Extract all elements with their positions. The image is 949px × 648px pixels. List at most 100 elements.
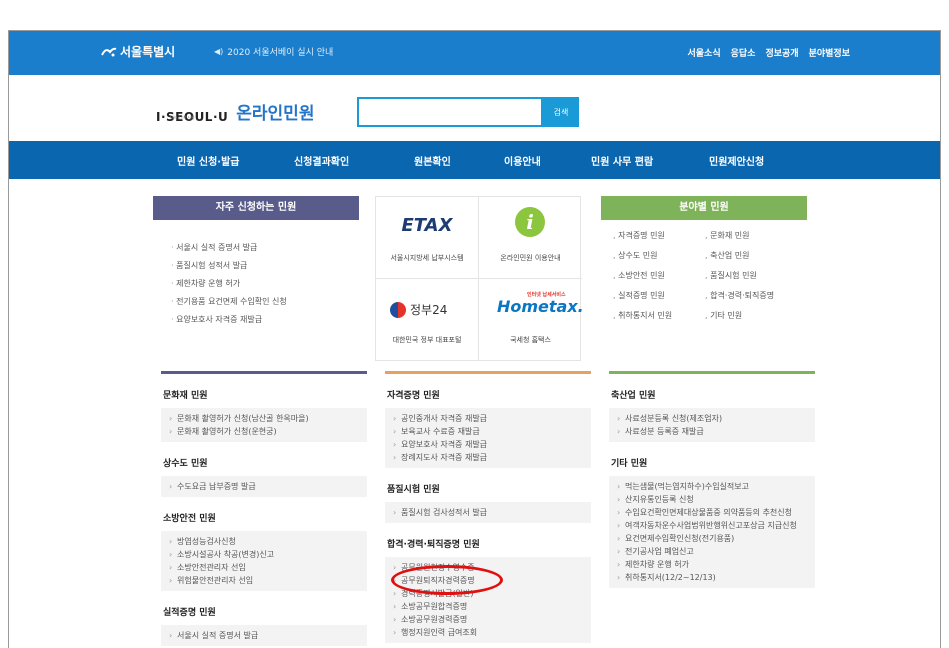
section-link[interactable]: 요양보호사 자격증 재발급 <box>393 438 583 451</box>
frequent-panel: 자주 신청하는 민원 서울시 실적 증명서 발급 품질시험 성적서 발급 제한차… <box>153 196 359 332</box>
section-title: 품질시험 민원 <box>387 485 440 495</box>
gov24-link[interactable]: 정부24 대한민국 정부 대표포털 <box>376 279 479 361</box>
notice-link[interactable]: ◀) 2020 서울서베이 실시 안내 <box>214 45 333 58</box>
section-list: 품질시험 검사성적서 발급 <box>385 502 591 523</box>
right-divider <box>609 371 815 374</box>
section-link[interactable]: 보육교사 수료증 재발급 <box>393 425 583 438</box>
notice-text: 2020 서울서베이 실시 안내 <box>227 48 334 58</box>
iseoulu-tagline: 너와 나의 서울 <box>170 115 195 120</box>
speaker-icon: ◀) <box>214 47 224 56</box>
section-link[interactable]: 요건면제수입확인신청(전기용품) <box>617 532 807 545</box>
section-link[interactable]: 위험물안전관리자 선임 <box>169 574 359 587</box>
section-link[interactable]: 소방안전관리자 선임 <box>169 561 359 574</box>
section-link[interactable]: 방염성능검사신청 <box>169 535 359 548</box>
hometax-logo: 인터넷 납세서비스 Hometax. <box>497 292 584 316</box>
section-list: 먹는샘물(먹는염지하수)수입실적보고 산지유통인등록 신청 수입요건확인면제대상… <box>609 476 815 588</box>
category-item[interactable]: 상수도 민원 <box>613 250 705 261</box>
section-link[interactable]: 제한차량 운행 허가 <box>617 558 807 571</box>
highlight-circle <box>391 565 503 595</box>
site-title: 온라인민원 <box>236 104 315 124</box>
category-title: 분야별 민원 <box>601 196 807 220</box>
service-links: ETAX 서울시지방세 납부시스템 i 온라인민원 이용안내 정부24 대한민국… <box>375 196 584 361</box>
category-item[interactable]: 취하통지서 민원 <box>613 310 705 321</box>
section-link[interactable]: 산지유통인등록 신청 <box>617 493 807 506</box>
hometax-label: 국세청 홈택스 <box>510 336 551 344</box>
section-title: 자격증명 민원 <box>387 391 440 401</box>
main-nav: 민원 신청·발급 신청결과확인 원본확인 이용안내 민원 사무 편람 민원제안신… <box>9 141 940 179</box>
frequent-item[interactable]: 품질시험 성적서 발급 <box>171 260 359 271</box>
section-title: 합격·경력·퇴직증명 민원 <box>387 540 480 550</box>
hometax-link[interactable]: 인터넷 납세서비스 Hometax. 국세청 홈택스 <box>479 279 584 361</box>
section-link[interactable]: 전기공사업 폐업신고 <box>617 545 807 558</box>
category-item[interactable]: 합격·경력·퇴직증명 <box>705 290 797 301</box>
etax-link[interactable]: ETAX 서울시지방세 납부시스템 <box>376 197 479 279</box>
frequent-list: 서울시 실적 증명서 발급 품질시험 성적서 발급 제한차량 운행 허가 전기용… <box>153 242 359 325</box>
section-link[interactable]: 먹는샘물(먹는염지하수)수입실적보고 <box>617 480 807 493</box>
section-link[interactable]: 서울시 실적 증명서 발급 <box>169 629 359 642</box>
category-panel: 분야별 민원 자격증명 민원 문화재 민원 상수도 민원 축산업 민원 소방안전… <box>601 196 807 321</box>
nav-apply-issue[interactable]: 민원 신청·발급 <box>177 153 239 168</box>
section-link[interactable]: 소방시설공사 착공(변경)신고 <box>169 548 359 561</box>
top-link-disclosure[interactable]: 정보공개 <box>765 46 798 59</box>
category-item[interactable]: 기타 민원 <box>705 310 797 321</box>
section-link[interactable]: 문화재 촬영허가 신청(남산골 한옥마을) <box>169 412 359 425</box>
nav-usage-guide[interactable]: 이용안내 <box>504 153 541 168</box>
category-item[interactable]: 품질시험 민원 <box>705 270 797 281</box>
search-input[interactable] <box>359 99 541 125</box>
section-link[interactable]: 소방공무원경력증명 <box>393 613 583 626</box>
mid-divider <box>385 371 591 374</box>
top-link-response[interactable]: 응답소 <box>731 46 756 59</box>
left-divider <box>161 371 367 374</box>
section-title: 실적증명 민원 <box>163 608 216 618</box>
seoul-logo[interactable]: 서울특별시 <box>101 43 175 60</box>
frequent-item[interactable]: 전기용품 요건면제 수입확인 신청 <box>171 296 359 307</box>
top-link-field-info[interactable]: 분야별정보 <box>809 46 850 59</box>
frequent-item[interactable]: 요양보호사 자격증 재발급 <box>171 314 359 325</box>
guide-link[interactable]: i 온라인민원 이용안내 <box>479 197 582 279</box>
category-item[interactable]: 축산업 민원 <box>705 250 797 261</box>
section-title: 소방안전 민원 <box>163 514 216 524</box>
frequent-item[interactable]: 제한차량 운행 허가 <box>171 278 359 289</box>
section-list: 수도요금 납부증명 발급 <box>161 476 367 497</box>
section-title: 축산업 민원 <box>611 391 656 401</box>
info-icon: i <box>515 207 545 237</box>
category-grid: 자격증명 민원 문화재 민원 상수도 민원 축산업 민원 소방안전 민원 품질시… <box>601 220 807 321</box>
section-link[interactable]: 행정지원인력 급여조회 <box>393 626 583 639</box>
section-title: 상수도 민원 <box>163 459 208 469</box>
nav-original-check[interactable]: 원본확인 <box>414 153 451 168</box>
section-link[interactable]: 문화재 촬영허가 신청(운현궁) <box>169 425 359 438</box>
frequent-item[interactable]: 서울시 실적 증명서 발급 <box>171 242 359 253</box>
search-box <box>357 97 543 127</box>
site-brand[interactable]: I·SEOUL·U 너와 나의 서울 온라인민원 <box>156 99 314 124</box>
section-link[interactable]: 사료성분 등록증 재발급 <box>617 425 807 438</box>
etax-logo: ETAX <box>401 215 453 236</box>
browser-page: 서울특별시 ◀) 2020 서울서베이 실시 안내 서울소식 응답소 정보공개 … <box>8 30 941 648</box>
nav-result-check[interactable]: 신청결과확인 <box>294 153 349 168</box>
gov24-label: 대한민국 정부 대표포털 <box>392 336 462 344</box>
category-item[interactable]: 소방안전 민원 <box>613 270 705 281</box>
section-link[interactable]: 장례지도사 자격증 재발급 <box>393 451 583 464</box>
section-link[interactable]: 품질시험 검사성적서 발급 <box>393 506 583 519</box>
section-link[interactable]: 취하통지서(12/2~12/13) <box>617 571 807 584</box>
category-item[interactable]: 자격증명 민원 <box>613 230 705 241</box>
section-link[interactable]: 수도요금 납부증명 발급 <box>169 480 359 493</box>
category-item[interactable]: 문화재 민원 <box>705 230 797 241</box>
right-sections: 축산업 민원 사료성분등록 신청(제조업자) 사료성분 등록증 재발급 기타 민… <box>609 371 815 588</box>
section-link[interactable]: 여객자동차운수사업법위반행위신고포상금 지급신청 <box>617 519 807 532</box>
search-button[interactable]: 검색 <box>543 97 579 127</box>
nav-suggestion[interactable]: 민원제안신청 <box>709 153 764 168</box>
hometax-logo-text: Hometax. <box>497 297 584 316</box>
section-link[interactable]: 수입요건확인면제대상물품중 의약품등의 추천신청 <box>617 506 807 519</box>
category-item[interactable]: 실적증명 민원 <box>613 290 705 301</box>
section-link[interactable]: 공인중개사 자격증 재발급 <box>393 412 583 425</box>
section-link[interactable]: 소방공무원합격증명 <box>393 600 583 613</box>
top-link-news[interactable]: 서울소식 <box>688 46 721 59</box>
top-links: 서울소식 응답소 정보공개 분야별정보 <box>688 46 851 59</box>
section-link[interactable]: 사료성분등록 신청(제조업자) <box>617 412 807 425</box>
section-list: 공인중개사 자격증 재발급 보육교사 수료증 재발급 요양보호사 자격증 재발급… <box>385 408 591 468</box>
gov24-logo-text: 정부24 <box>410 303 448 317</box>
frequent-title: 자주 신청하는 민원 <box>153 196 359 220</box>
nav-handbook[interactable]: 민원 사무 편람 <box>591 153 653 168</box>
taegeuk-icon <box>390 301 406 318</box>
left-sections: 문화재 민원 문화재 촬영허가 신청(남산골 한옥마을) 문화재 촬영허가 신청… <box>161 371 367 646</box>
